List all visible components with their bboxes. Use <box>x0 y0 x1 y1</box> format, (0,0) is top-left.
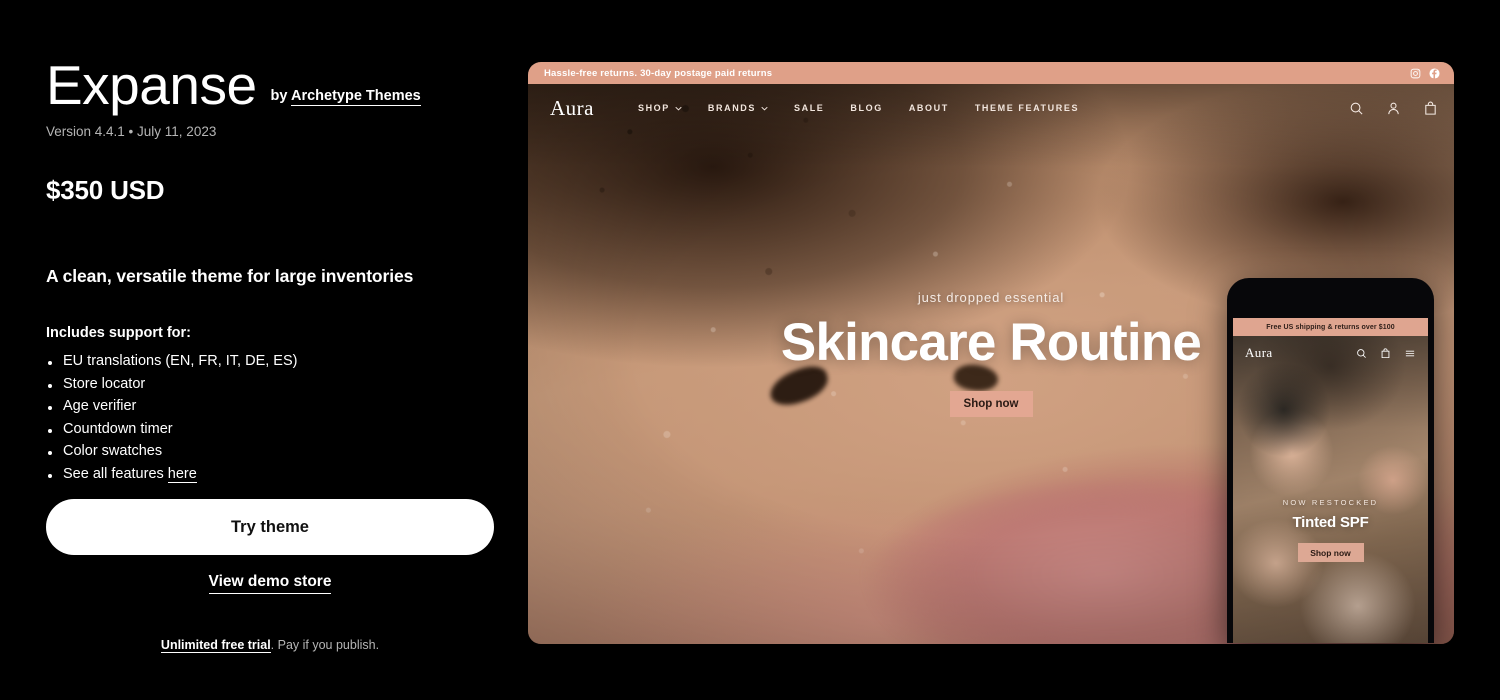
store-logo[interactable]: Aura <box>550 96 594 121</box>
trial-note-rest: . Pay if you publish. <box>270 638 380 652</box>
phone-store-logo[interactable]: Aura <box>1245 345 1273 361</box>
includes-label: Includes support for: <box>46 325 191 341</box>
nav-item-brands[interactable]: BRANDS <box>708 103 768 113</box>
phone-announcement-text: Free US shipping & returns over $100 <box>1266 323 1395 331</box>
list-item: EU translations (EN, FR, IT, DE, ES) <box>46 353 506 369</box>
account-icon[interactable] <box>1386 101 1401 116</box>
author-link[interactable]: Archetype Themes <box>290 88 421 106</box>
bag-icon[interactable] <box>1380 347 1391 359</box>
list-item: See all features here <box>46 465 506 483</box>
menu-icon[interactable] <box>1404 348 1416 359</box>
all-features-link[interactable]: here <box>167 465 197 483</box>
feature-text: Store locator <box>63 375 146 392</box>
phone-hero-overlay <box>1233 336 1428 643</box>
search-icon[interactable] <box>1356 348 1367 359</box>
page-title: Expanse <box>46 54 257 116</box>
phone-screen: Free US shipping & returns over $100 Aur… <box>1233 318 1428 643</box>
phone-shop-now-button[interactable]: Shop now <box>1297 543 1364 562</box>
list-item: Store locator <box>46 376 506 392</box>
phone-nav-icons <box>1356 347 1416 359</box>
unlimited-trial-link[interactable]: Unlimited free trial <box>160 638 271 653</box>
social-links <box>1410 67 1440 79</box>
nav-item-blog[interactable]: BLOG <box>850 103 882 113</box>
version-date: Version 4.4.1 • July 11, 2023 <box>46 124 217 139</box>
facebook-icon[interactable] <box>1429 67 1440 79</box>
author-byline: by Archetype Themes <box>271 88 421 113</box>
price: $350 USD <box>46 175 165 205</box>
site-navigation: Aura SHOP BRANDS SALE BLOG ABOUT THEME F… <box>528 84 1454 132</box>
mobile-preview: Free US shipping & returns over $100 Aur… <box>1227 278 1434 643</box>
trial-note: Unlimited free trial. Pay if you publish… <box>46 638 494 653</box>
nav-item-label: THEME FEATURES <box>974 103 1080 113</box>
nav-item-shop[interactable]: SHOP <box>638 103 682 113</box>
chevron-down-icon <box>761 106 768 111</box>
feature-list: EU translations (EN, FR, IT, DE, ES) Sto… <box>46 353 506 483</box>
phone-hero-title: Tinted SPF <box>1292 514 1369 531</box>
tagline: A clean, versatile theme for large inven… <box>46 266 414 286</box>
phone-navigation: Aura <box>1233 336 1428 370</box>
search-icon[interactable] <box>1349 101 1364 116</box>
theme-detail-page: Expanse by Archetype Themes Version 4.4.… <box>0 0 1500 700</box>
bag-icon[interactable] <box>1423 101 1438 116</box>
view-demo-store-link[interactable]: View demo store <box>208 573 332 594</box>
title-row: Expanse by Archetype Themes <box>46 58 506 113</box>
list-item: Age verifier <box>46 398 506 414</box>
feature-text: Countdown timer <box>63 420 173 437</box>
nav-item-label: ABOUT <box>908 103 949 113</box>
feature-text: EU translations (EN, FR, IT, DE, ES) <box>63 353 298 369</box>
list-item: Color swatches <box>46 443 506 459</box>
nav-item-label: BRANDS <box>707 103 756 113</box>
phone-hero-content: NOW RESTOCKED Tinted SPF Shop now <box>1233 498 1428 562</box>
phone-hero-eyebrow: NOW RESTOCKED <box>1282 498 1379 507</box>
chevron-down-icon <box>675 106 682 111</box>
try-theme-button[interactable]: Try theme <box>46 499 494 555</box>
nav-item-about[interactable]: ABOUT <box>909 103 949 113</box>
feature-text: See all features <box>63 465 168 482</box>
list-item: Countdown timer <box>46 421 506 437</box>
nav-utility-icons <box>1349 101 1438 116</box>
nav-item-sale[interactable]: SALE <box>794 103 824 113</box>
instagram-icon[interactable] <box>1410 68 1421 79</box>
announcement-text: Hassle-free returns. 30-day postage paid… <box>544 67 773 79</box>
phone-hero: Aura NOW RESTOCKED Tinted SPF Shop now <box>1233 336 1428 643</box>
nav-item-label: SALE <box>794 103 825 113</box>
nav-item-theme-features[interactable]: THEME FEATURES <box>975 103 1079 113</box>
nav-item-label: SHOP <box>637 103 670 113</box>
phone-announcement-bar: Free US shipping & returns over $100 <box>1233 318 1428 336</box>
theme-info-panel: Expanse by Archetype Themes Version 4.4.… <box>46 58 506 653</box>
byline-prefix: by <box>270 88 291 104</box>
hero-shop-now-button[interactable]: Shop now <box>949 390 1033 417</box>
feature-text: Age verifier <box>63 398 137 414</box>
feature-text: Color swatches <box>63 443 163 459</box>
view-demo-store-link-wrap: View demo store <box>46 573 494 594</box>
nav-menu: SHOP BRANDS SALE BLOG ABOUT THEME FEATUR… <box>638 103 1079 113</box>
nav-item-label: BLOG <box>850 103 883 113</box>
announcement-bar: Hassle-free returns. 30-day postage paid… <box>528 62 1454 84</box>
